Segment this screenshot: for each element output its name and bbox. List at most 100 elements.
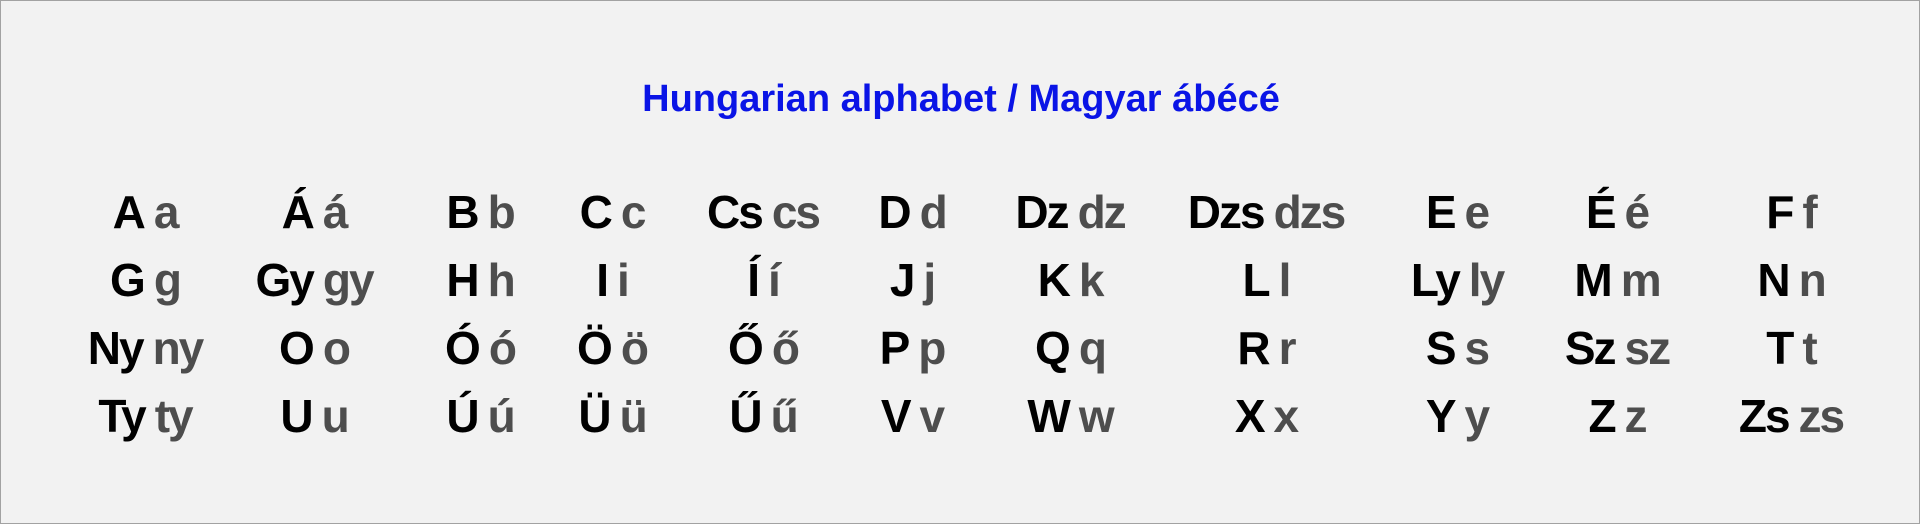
letter-row: Aa Áá Bb Cc Cs cs Dd Dz dz Dzs dzs Ee Éé Ff [1,179,1920,245]
lowercase-letter: zs [1798,390,1846,442]
letter-pair: Őő [728,315,800,381]
letter-pair: Hh [446,247,516,313]
uppercase-letter: É [1585,186,1617,238]
lowercase-letter: i [617,254,630,306]
uppercase-letter: C [579,186,613,238]
lowercase-letter: l [1278,254,1292,306]
uppercase-letter: K [1037,254,1071,306]
letter-pair: Ss [1425,315,1491,381]
letter-pair: Tt [1766,315,1817,381]
letter-pair: Ty ty [98,383,193,449]
letter-pair: Mm [1574,247,1662,313]
lowercase-letter: p [918,322,946,374]
lowercase-letter: g [153,254,182,306]
lowercase-letter: n [1798,254,1827,306]
lowercase-letter: á [322,186,349,238]
lowercase-letter: ü [619,390,648,442]
lowercase-letter: ö [620,322,649,374]
uppercase-letter: Ty [98,390,146,442]
uppercase-letter: F [1766,186,1794,238]
uppercase-letter: Dzs [1187,186,1266,238]
letter-pair: Ly ly [1411,247,1505,313]
letter-pair: Cc [579,179,647,245]
lowercase-letter: s [1464,322,1491,374]
uppercase-letter: I [596,254,609,306]
letter-pair: Aa [112,179,180,245]
lowercase-letter: y [1464,390,1491,442]
uppercase-letter: B [446,186,479,238]
letter-pair: Vv [881,383,946,449]
lowercase-letter: dz [1077,186,1127,238]
letter-pair: Úú [446,383,515,449]
uppercase-letter: Ó [445,322,481,374]
lowercase-letter: x [1273,390,1300,442]
lowercase-letter: dzs [1273,186,1347,238]
lowercase-letter: m [1620,254,1662,306]
lowercase-letter: ny [152,322,205,374]
lowercase-letter: d [919,186,948,238]
letter-pair: Bb [446,179,516,245]
lowercase-letter: o [322,322,351,374]
lowercase-letter: v [919,390,946,442]
letter-pair: Óó [445,315,517,381]
letter-pair: Sz sz [1564,315,1671,381]
letter-pair: Yy [1425,383,1491,449]
letter-pair: Gg [110,247,182,313]
letter-pair: Ff [1766,179,1817,245]
uppercase-letter: P [879,322,911,374]
letter-pair: Íí [747,247,781,313]
lowercase-letter: í [768,254,781,306]
uppercase-letter: Zs [1738,390,1791,442]
lowercase-letter: é [1624,186,1651,238]
lowercase-letter: r [1278,322,1297,374]
uppercase-letter: N [1757,254,1790,306]
letter-pair: Ny ny [88,315,205,381]
letter-pair: Űű [729,383,798,449]
uppercase-letter: Á [281,186,315,238]
uppercase-letter: Ú [446,390,479,442]
letter-pair: Üü [578,383,648,449]
letter-pair: Pp [879,315,947,381]
lowercase-letter: ly [1468,254,1505,306]
uppercase-letter: U [280,390,313,442]
lowercase-letter: h [487,254,516,306]
letter-row: Gg Gy gy Hh Ii Íí Jj Kk Ll Ly ly Mm Nn [1,247,1920,313]
lowercase-letter: ő [771,322,800,374]
uppercase-letter: Q [1035,322,1071,374]
letter-pair: Qq [1035,315,1107,381]
uppercase-letter: D [878,186,911,238]
uppercase-letter: A [112,186,146,238]
lowercase-letter: b [487,186,516,238]
uppercase-letter: X [1234,390,1266,442]
uppercase-letter: Y [1425,390,1457,442]
lowercase-letter: gy [322,254,375,306]
letter-pair: Gy gy [255,247,375,313]
letter-row: Ny ny Oo Óó Öö Őő Pp Qq Rr Ss Sz sz Tt [1,315,1920,381]
lowercase-letter: t [1802,322,1817,374]
uppercase-letter: S [1425,322,1457,374]
letter-pair: Uu [280,383,349,449]
letter-pair: Ee [1426,179,1491,245]
letter-pair: Ll [1243,247,1292,313]
letter-pair: Áá [281,179,349,245]
lowercase-letter: q [1078,322,1107,374]
uppercase-letter: O [279,322,315,374]
chart-title: Hungarian alphabet / Magyar ábécé [642,78,1280,120]
letter-pair: Ww [1027,383,1114,449]
lowercase-letter: e [1464,186,1491,238]
lowercase-letter: cs [771,186,821,238]
uppercase-letter: Sz [1564,322,1617,374]
letter-pair: Kk [1037,247,1105,313]
lowercase-letter: z [1624,390,1648,442]
letter-pair: Ii [596,247,630,313]
letter-pair: Dzs dzs [1187,179,1347,245]
uppercase-letter: G [110,254,146,306]
uppercase-letter: Ő [728,322,764,374]
lowercase-letter: c [620,186,647,238]
letter-pair: Öö [577,315,649,381]
lowercase-letter: k [1078,254,1105,306]
uppercase-letter: Ű [729,390,762,442]
letter-pair: Nn [1757,247,1827,313]
letter-pair: Zz [1588,383,1648,449]
uppercase-letter: Í [747,254,760,306]
